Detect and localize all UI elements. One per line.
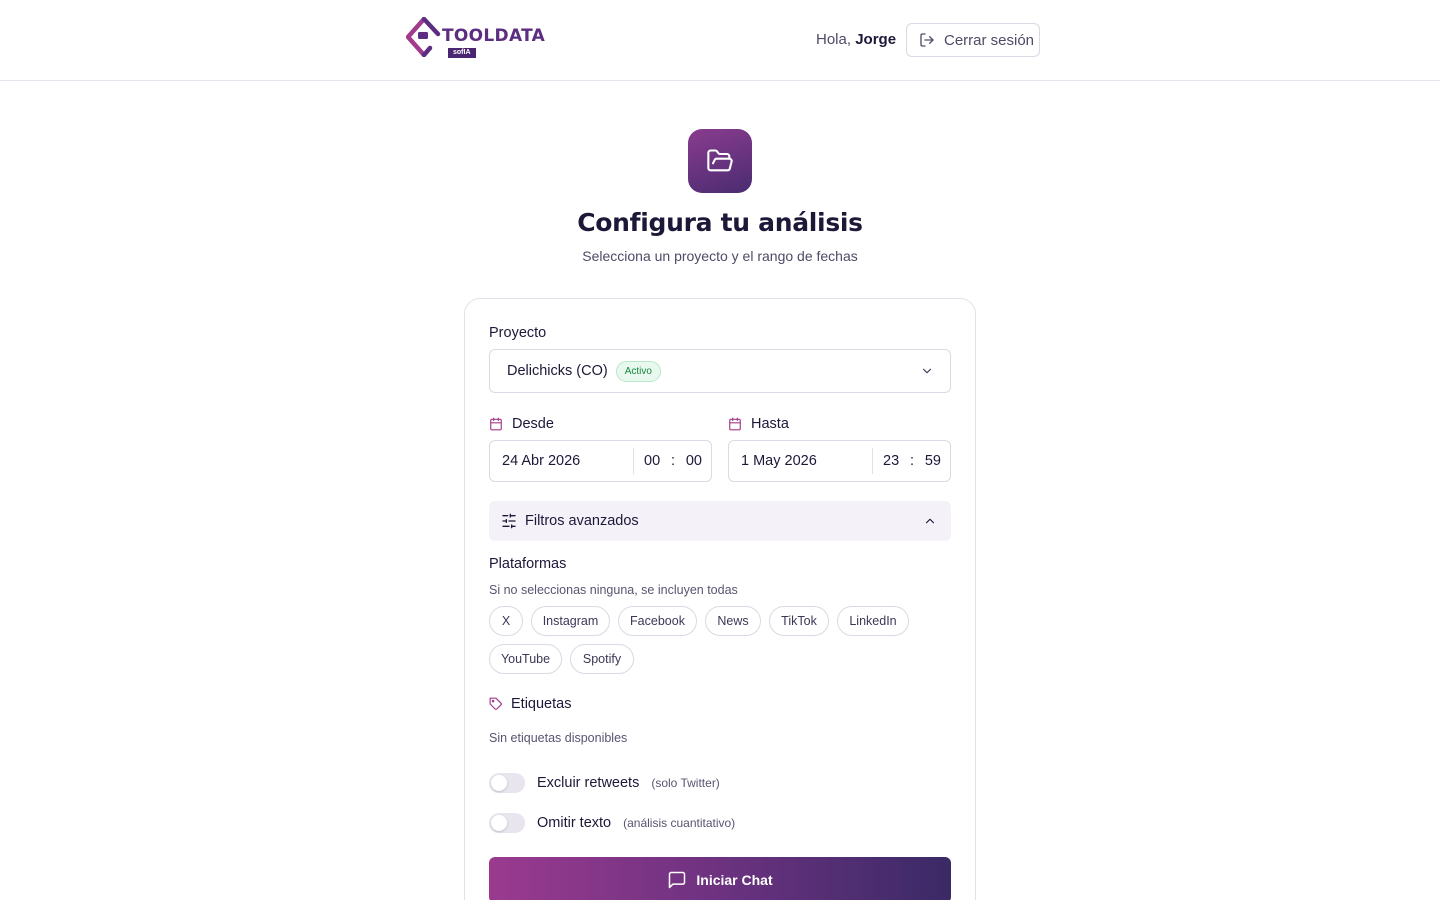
tags-empty-state: Sin etiquetas disponibles xyxy=(489,731,628,745)
from-hour-input[interactable]: 00 xyxy=(644,453,660,469)
omit-text-toggle[interactable] xyxy=(489,813,525,833)
platform-chip-youtube[interactable]: YouTube xyxy=(489,644,562,674)
to-label-text: Hasta xyxy=(751,416,789,432)
platform-chip-news[interactable]: News xyxy=(705,606,761,636)
project-select[interactable]: Delichicks (CO) Activo xyxy=(489,349,951,393)
greeting-prefix: Hola, xyxy=(816,31,856,48)
platforms-hint: Si no seleccionas ninguna, se incluyen t… xyxy=(489,583,738,597)
user-name: Jorge xyxy=(855,31,897,48)
to-hour-input[interactable]: 23 xyxy=(883,453,899,469)
advanced-filters-toggle[interactable]: Filtros avanzados xyxy=(489,501,951,541)
from-time-input: 00 : 00 xyxy=(634,453,711,469)
logo-badge: sofIA xyxy=(448,48,476,58)
logout-icon xyxy=(920,33,934,47)
project-label: Proyecto xyxy=(489,325,547,341)
sliders-icon xyxy=(502,513,516,529)
project-select-value: Delichicks (CO) xyxy=(507,363,608,379)
calendar-icon xyxy=(729,417,741,431)
tags-label-text: Etiquetas xyxy=(511,696,572,712)
from-minute-input[interactable]: 00 xyxy=(686,453,702,469)
calendar-icon xyxy=(490,417,502,431)
chevron-up-icon xyxy=(925,518,935,524)
platform-chip-spotify[interactable]: Spotify xyxy=(570,644,634,674)
from-label-text: Desde xyxy=(512,416,554,432)
to-date-input[interactable]: 1 May 2026 xyxy=(729,448,873,474)
hero-folder-badge xyxy=(688,129,752,193)
tags-label: Etiquetas xyxy=(489,696,571,712)
platform-chip-linkedin[interactable]: LinkedIn xyxy=(837,606,909,636)
from-date-input[interactable]: 24 Abr 2026 xyxy=(490,448,634,474)
omit-text-note: (análisis cuantitativo) xyxy=(623,816,736,830)
platform-chip-instagram[interactable]: Instagram xyxy=(531,606,610,636)
platforms-label: Plataformas xyxy=(489,556,567,572)
advanced-filters-label: Filtros avanzados xyxy=(525,513,639,529)
page-title: Configura tu análisis xyxy=(577,208,863,237)
logout-button[interactable]: Cerrar sesión xyxy=(906,23,1040,57)
toggle-knob xyxy=(491,775,507,791)
logo-mark-icon xyxy=(406,17,441,57)
time-separator: : xyxy=(909,453,915,469)
chevron-down-icon xyxy=(922,368,932,374)
exclude-retweets-note: (solo Twitter) xyxy=(651,776,720,790)
time-separator: : xyxy=(670,453,676,469)
tooldata-logo[interactable]: TOOLDATA sofIA xyxy=(406,17,558,61)
analysis-config-card: Proyecto Delichicks (CO) Activo Desde 24… xyxy=(464,298,976,900)
page-subtitle: Selecciona un proyecto y el rango de fec… xyxy=(582,248,858,264)
to-datetime-field: 1 May 2026 23 : 59 xyxy=(728,440,951,482)
start-chat-label: Iniciar Chat xyxy=(696,872,773,888)
toggle-knob xyxy=(491,815,507,831)
platform-chip-tiktok[interactable]: TikTok xyxy=(769,606,829,636)
start-chat-button[interactable]: Iniciar Chat xyxy=(489,857,951,900)
project-status-badge: Activo xyxy=(615,360,661,382)
folder-open-icon xyxy=(707,149,733,172)
top-bar: TOOLDATA sofIA Hola, Jorge Cerrar sesión xyxy=(0,0,1440,81)
to-time-input: 23 : 59 xyxy=(873,453,950,469)
exclude-retweets-row: Excluir retweets (solo Twitter) xyxy=(489,773,720,793)
platform-chip-facebook[interactable]: Facebook xyxy=(618,606,697,636)
platform-chip-x[interactable]: X xyxy=(489,606,523,636)
from-datetime-field: 24 Abr 2026 00 : 00 xyxy=(489,440,712,482)
exclude-retweets-toggle[interactable] xyxy=(489,773,525,793)
omit-text-row: Omitir texto (análisis cuantitativo) xyxy=(489,813,735,833)
exclude-retweets-label: Excluir retweets xyxy=(537,775,640,791)
from-label: Desde xyxy=(489,416,554,432)
chat-icon xyxy=(669,871,686,889)
tag-icon xyxy=(489,697,502,710)
logout-label: Cerrar sesión xyxy=(944,31,1035,49)
user-greeting: Hola, Jorge xyxy=(816,31,896,48)
to-label: Hasta xyxy=(728,416,789,432)
logo-wordmark: TOOLDATA xyxy=(442,26,546,46)
omit-text-label: Omitir texto xyxy=(537,815,612,831)
to-minute-input[interactable]: 59 xyxy=(925,453,941,469)
